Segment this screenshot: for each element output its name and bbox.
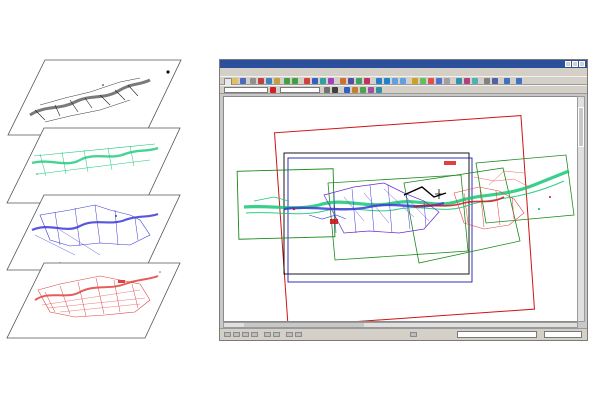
style-select[interactable] — [280, 87, 320, 93]
copy-icon[interactable] — [266, 78, 272, 84]
status-button[interactable] — [295, 332, 302, 337]
status-button[interactable] — [286, 332, 293, 337]
extend-icon[interactable] — [376, 87, 382, 93]
ortho-icon[interactable] — [472, 78, 478, 84]
rotate-icon[interactable] — [444, 78, 450, 84]
trim-icon[interactable] — [368, 87, 374, 93]
standard-toolbar — [220, 76, 587, 86]
status-bar — [220, 328, 587, 340]
copy-entity-icon[interactable] — [352, 87, 358, 93]
frame-green-center[interactable] — [327, 174, 469, 261]
annotation-marker — [444, 161, 456, 165]
coordinate-readout — [457, 331, 537, 338]
redo-icon[interactable] — [292, 78, 298, 84]
drawing-canvas[interactable] — [223, 96, 578, 322]
cad-application-window — [219, 59, 588, 341]
cut-icon[interactable] — [258, 78, 264, 84]
maximize-button[interactable] — [572, 61, 578, 67]
print-icon[interactable] — [250, 78, 256, 84]
color-swatch-icon[interactable] — [270, 87, 276, 93]
menu-bar — [220, 68, 587, 76]
help-icon[interactable] — [504, 78, 510, 84]
window-controls — [565, 61, 585, 67]
zoom-in-icon[interactable] — [376, 78, 382, 84]
window-icon[interactable] — [516, 78, 522, 84]
open-folder-icon[interactable] — [232, 78, 238, 84]
offset-icon[interactable] — [360, 87, 366, 93]
pan-icon[interactable] — [400, 78, 406, 84]
snap-icon[interactable] — [464, 78, 470, 84]
vertical-scrollbar[interactable] — [577, 96, 585, 322]
layer-sheet-green — [6, 127, 181, 204]
status-button[interactable] — [410, 332, 417, 337]
zoom-window-icon[interactable] — [392, 78, 398, 84]
hatch-icon[interactable] — [356, 78, 362, 84]
grid-icon[interactable] — [456, 78, 462, 84]
properties-toolbar — [220, 85, 587, 94]
draw-polyline-icon[interactable] — [312, 78, 318, 84]
map-linework — [243, 161, 570, 234]
snap-toggle[interactable] — [224, 332, 231, 337]
ortho-toggle[interactable] — [242, 332, 249, 337]
linetype-icon[interactable] — [324, 87, 330, 93]
select-icon[interactable] — [344, 87, 350, 93]
lineweight-icon[interactable] — [332, 87, 338, 93]
close-button[interactable] — [579, 61, 585, 67]
draw-line-icon[interactable] — [304, 78, 310, 84]
measure-icon[interactable] — [340, 78, 346, 84]
properties-icon[interactable] — [484, 78, 490, 84]
frame-red[interactable] — [273, 115, 535, 322]
text-icon[interactable] — [412, 78, 418, 84]
zoom-readout — [544, 331, 582, 338]
dimension-icon[interactable] — [364, 78, 370, 84]
draw-circle-icon[interactable] — [328, 78, 334, 84]
grid-toggle[interactable] — [233, 332, 240, 337]
erase-icon[interactable] — [428, 78, 434, 84]
osnap-toggle[interactable] — [251, 332, 258, 337]
model-toggle[interactable] — [273, 332, 280, 337]
title-bar — [220, 60, 587, 68]
layer-icon[interactable] — [348, 78, 354, 84]
move-icon[interactable] — [436, 78, 442, 84]
paste-icon[interactable] — [274, 78, 280, 84]
layer-sheet-red — [6, 262, 181, 339]
layer-sheet-base — [7, 59, 182, 136]
layer-select[interactable] — [224, 87, 268, 93]
save-icon[interactable] — [240, 78, 246, 84]
drawing-svg — [236, 115, 575, 322]
symbol-icon[interactable] — [420, 78, 426, 84]
layer-toggle[interactable] — [264, 332, 271, 337]
undo-icon[interactable] — [284, 78, 290, 84]
layer-sheet-blue — [6, 194, 181, 271]
minimize-button[interactable] — [565, 61, 571, 67]
draw-arc-icon[interactable] — [320, 78, 326, 84]
layer-stack-illustration — [6, 59, 182, 339]
settings-icon[interactable] — [492, 78, 498, 84]
zoom-out-icon[interactable] — [384, 78, 390, 84]
